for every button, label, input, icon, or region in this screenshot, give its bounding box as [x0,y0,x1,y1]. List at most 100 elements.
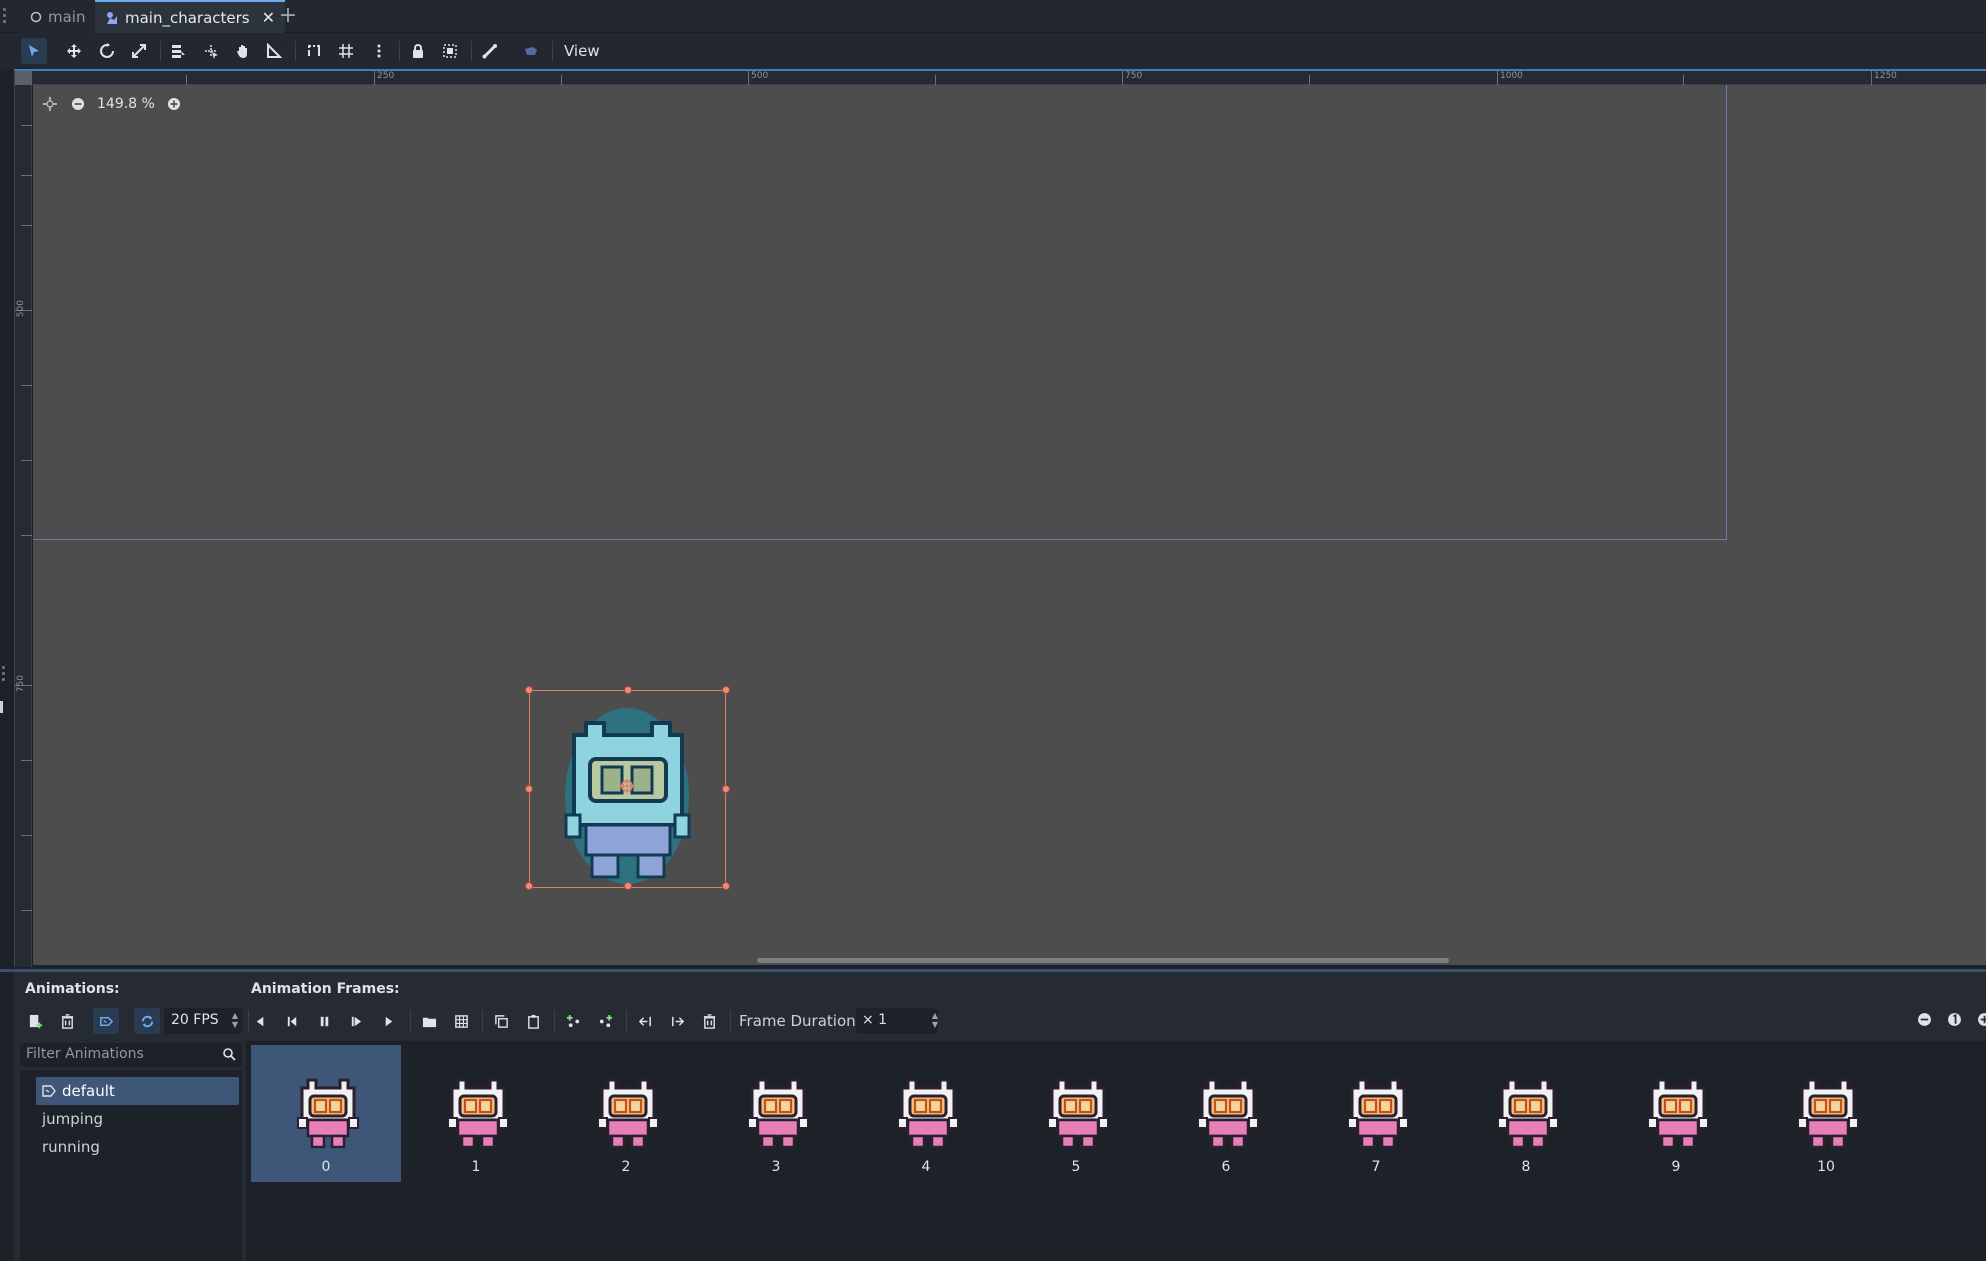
tabbar-grip[interactable] [3,8,7,24]
frames-zoom-in-button[interactable] [1975,1010,1986,1028]
frame-thumbnail [897,1078,959,1149]
frame-thumbnail [1647,1078,1709,1149]
delete-animation-button[interactable] [54,1008,80,1034]
paste-frame-button[interactable] [520,1008,546,1034]
copy-frame-button[interactable] [488,1008,514,1034]
vertical-ruler[interactable]: 500 750 [15,85,32,967]
camera-override-button[interactable] [518,38,544,64]
list-select-button[interactable] [165,38,191,64]
loop-button[interactable] [134,1008,160,1034]
load-frames-button[interactable] [416,1008,442,1034]
tab-main[interactable]: main [20,0,96,33]
frame-item-8[interactable]: 8 [1451,1045,1601,1182]
move-tool-button[interactable] [61,38,87,64]
smart-snap-button[interactable] [301,38,327,64]
frame-item-4[interactable]: 4 [851,1045,1001,1182]
autoplay-button[interactable] [93,1008,119,1034]
frame-item-3[interactable]: 3 [701,1045,851,1182]
frame-item-0[interactable]: 0 [251,1045,401,1182]
frame-thumbnail [747,1078,809,1149]
canvas-viewport[interactable]: 149.8 % [33,85,1986,965]
horizontal-scrollbar[interactable] [757,958,1449,963]
horizontal-ruler[interactable]: 250 500 750 1000 1250 [32,71,1986,85]
frames-zoom-out-button[interactable] [1915,1010,1933,1028]
pan-button[interactable] [230,38,256,64]
frames-title: Animation Frames: [251,981,400,997]
frame-item-7[interactable]: 7 [1301,1045,1451,1182]
tab-main-characters[interactable]: main_characters ✕ [95,0,286,33]
insert-after-button[interactable] [592,1008,618,1034]
resize-handle[interactable] [722,785,730,793]
resize-handle[interactable] [525,882,533,890]
frame-thumbnail [1347,1078,1409,1149]
play-from-start-button[interactable] [343,1008,369,1034]
add-animation-button[interactable] [22,1008,48,1034]
frame-number: 5 [1071,1159,1081,1175]
close-icon[interactable]: ✕ [262,8,275,27]
lock-button[interactable] [405,38,431,64]
frame-number: 8 [1521,1159,1531,1175]
view-menu[interactable]: View [560,40,604,62]
animation-item-running[interactable]: running [36,1133,239,1161]
center-view-button[interactable] [41,95,59,113]
zoom-out-icon [72,98,84,110]
frame-duration-spinbox[interactable]: × 1 ▲ ▼ [856,1008,938,1034]
pause-button[interactable] [311,1008,337,1034]
resize-handle[interactable] [525,686,533,694]
fps-spinbox[interactable]: 20 FPS ▲ ▼ [164,1008,242,1034]
more-options-button[interactable] [366,38,392,64]
scale-tool-button[interactable] [126,38,152,64]
play-icon [385,1016,392,1026]
play-button[interactable] [375,1008,401,1034]
add-from-sheet-button[interactable] [448,1008,474,1034]
frame-item-1[interactable]: 1 [401,1045,551,1182]
frame-item-9[interactable]: 9 [1601,1045,1751,1182]
skeleton-button[interactable] [477,38,503,64]
resize-handle[interactable] [624,882,632,890]
resize-handle[interactable] [722,882,730,890]
dock-handle[interactable] [0,701,3,713]
play-backwards-from-end-button[interactable] [247,1008,273,1034]
zoom-in-button[interactable] [165,95,183,113]
animations-title: Animations: [25,981,120,997]
dock-grip[interactable] [2,663,5,684]
pause-icon [320,1016,328,1026]
folder-icon [422,1017,436,1027]
ruler-button[interactable] [261,38,287,64]
play-backwards-button[interactable] [279,1008,305,1034]
group-button[interactable] [437,38,463,64]
zoom-level[interactable]: 149.8 % [97,96,155,112]
zoom-out-button[interactable] [69,95,87,113]
filter-animations-input[interactable]: Filter Animations [20,1043,242,1067]
select-tool-button[interactable] [21,38,47,64]
grid-snap-button[interactable] [333,38,359,64]
circle-icon [30,11,42,23]
frames-zoom-reset-button[interactable] [1945,1010,1963,1028]
move-left-button[interactable] [632,1008,658,1034]
ruler-corner[interactable] [15,71,32,85]
frame-number: 4 [921,1159,931,1175]
animation-item-jumping[interactable]: jumping [36,1105,239,1133]
spin-arrows-icon[interactable]: ▲ ▼ [932,1011,938,1029]
frame-item-5[interactable]: 5 [1001,1045,1151,1182]
move-right-button[interactable] [664,1008,690,1034]
frame-item-6[interactable]: 6 [1151,1045,1301,1182]
grid-snap-icon [339,44,353,58]
tab-label: main [48,7,86,26]
resize-handle[interactable] [722,686,730,694]
insert-before-button[interactable] [560,1008,586,1034]
grid-icon [454,1014,468,1028]
resize-handle[interactable] [525,785,533,793]
animation-item-default[interactable]: default [36,1077,239,1105]
pivot-button[interactable] [198,38,224,64]
selection-rect[interactable] [529,690,726,888]
ruler-icon [267,43,282,58]
resize-handle[interactable] [624,686,632,694]
autoplay-icon [99,1016,113,1026]
add-tab-button[interactable]: + [276,4,300,28]
rotate-tool-button[interactable] [94,38,120,64]
spin-arrows-icon[interactable]: ▲ ▼ [232,1011,238,1029]
frame-item-2[interactable]: 2 [551,1045,701,1182]
delete-frame-button[interactable] [696,1008,722,1034]
frame-item-10[interactable]: 10 [1751,1045,1901,1182]
